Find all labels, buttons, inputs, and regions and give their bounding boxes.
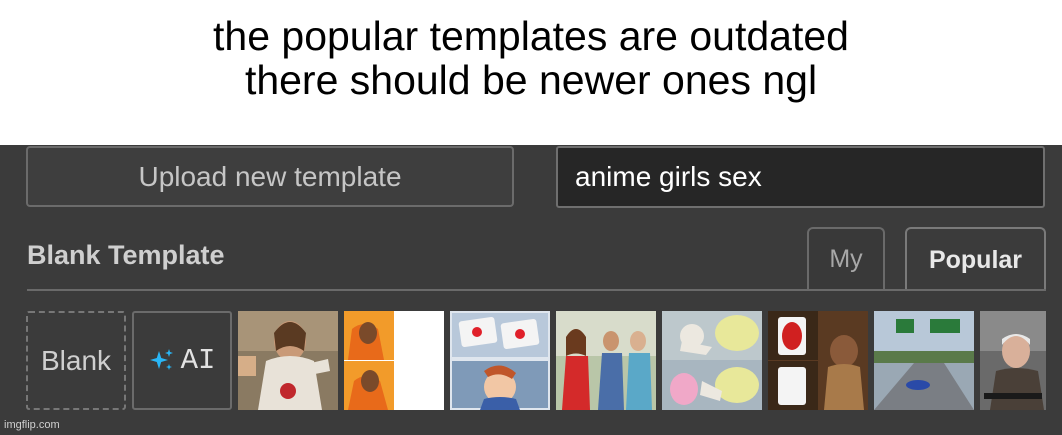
upload-template-button[interactable]: Upload new template — [26, 146, 514, 207]
left-exit-12-off-ramp-thumbnail[interactable] — [874, 311, 974, 410]
blank-template-tile[interactable]: Blank — [26, 311, 126, 410]
tab-divider — [27, 289, 1046, 291]
drake-hotline-bling-thumbnail[interactable] — [344, 311, 444, 410]
bernie-asking-thumbnail[interactable] — [980, 311, 1046, 410]
caption-line-1: the popular templates are outdated — [213, 13, 849, 59]
tab-my[interactable]: My — [807, 227, 885, 290]
sparkles-icon — [149, 348, 173, 370]
template-search-input[interactable] — [556, 146, 1045, 208]
distracted-boyfriend-thumbnail[interactable] — [556, 311, 656, 410]
two-buttons-thumbnail[interactable] — [450, 311, 550, 410]
section-title: Blank Template — [27, 240, 225, 270]
template-picker-panel: Upload new template Blank Template My Po… — [0, 145, 1062, 435]
meme-caption: the popular templates are outdated there… — [0, 0, 1062, 145]
ai-tile-label: AI — [180, 344, 216, 377]
bike-fall-thumbnail[interactable] — [662, 311, 762, 410]
buddy-christ-thumbnail[interactable] — [238, 311, 338, 410]
uno-draw-25-thumbnail[interactable] — [768, 311, 868, 410]
ai-template-tile[interactable]: AI — [132, 311, 232, 410]
tab-popular[interactable]: Popular — [905, 227, 1046, 291]
caption-line-2: there should be newer ones ngl — [244, 57, 818, 103]
imgflip-watermark: imgflip.com — [4, 419, 60, 431]
